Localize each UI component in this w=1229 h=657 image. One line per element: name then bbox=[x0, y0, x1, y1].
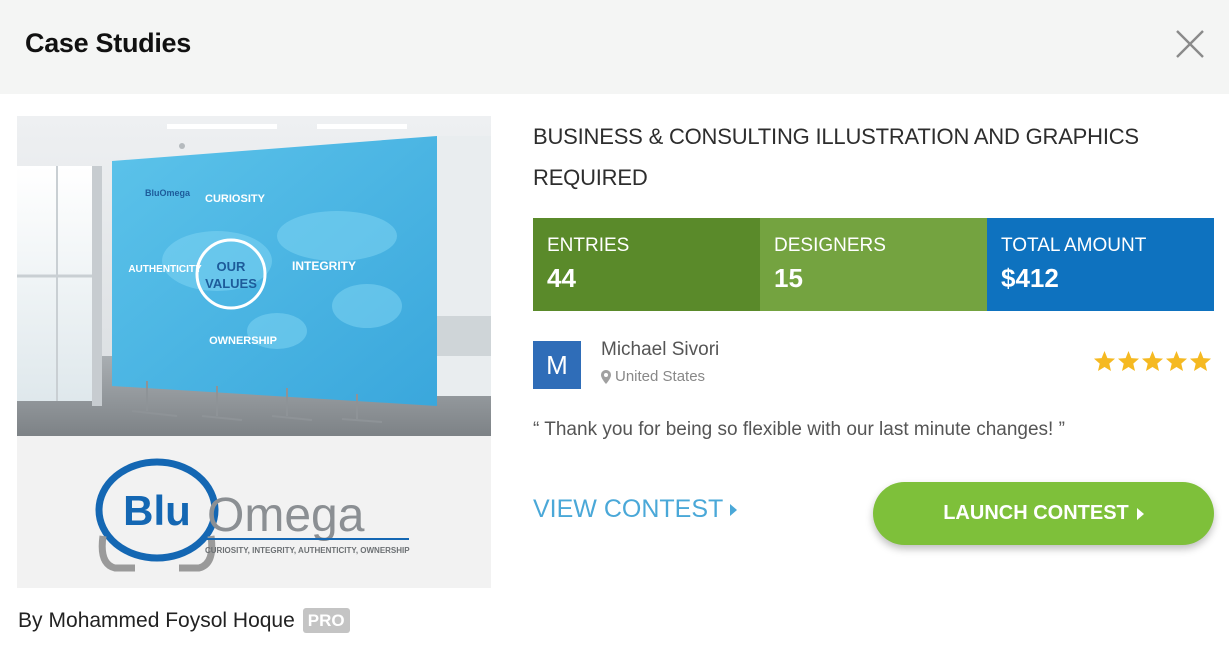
client-location-text: United States bbox=[615, 368, 706, 385]
project-title: Business & Consulting Illustration and G… bbox=[533, 124, 1139, 190]
caret-right-icon bbox=[1136, 507, 1144, 520]
stat-amount-value: $412 bbox=[1001, 263, 1059, 293]
logo-blu-text: Blu bbox=[123, 487, 191, 534]
modal-header: Case Studies bbox=[0, 0, 1229, 94]
client-name: Michael Sivori bbox=[601, 339, 720, 360]
view-contest-link[interactable]: VIEW CONTEST bbox=[533, 495, 738, 524]
view-contest-label: VIEW CONTEST bbox=[533, 495, 724, 523]
stat-entries-value: 44 bbox=[547, 263, 576, 293]
launch-contest-button[interactable]: LAUNCH CONTEST bbox=[873, 482, 1214, 545]
wall-text-integrity: INTEGRITY bbox=[292, 259, 356, 273]
launch-contest-label: LAUNCH CONTEST bbox=[943, 502, 1129, 524]
case-study-image[interactable]: OUR VALUES CURIOSITY AUTHENTICITY INTEGR… bbox=[17, 116, 491, 436]
wall-text-ownership: OWNERSHIP bbox=[209, 335, 277, 347]
testimonial-quote: “ Thank you for being so flexible with o… bbox=[533, 419, 1065, 440]
wall-text-brand: BluOmega bbox=[145, 188, 191, 198]
stat-designers-label: DESIGNERS bbox=[774, 235, 886, 256]
star-icon bbox=[1189, 350, 1212, 372]
star-icon bbox=[1093, 350, 1116, 372]
pro-badge: PRO bbox=[302, 608, 350, 633]
star-icon bbox=[1117, 350, 1140, 372]
client-location: United States bbox=[601, 368, 705, 385]
brand-logo-panel: Blu Omega CURIOSITY, INTEGRITY, AUTHENTI… bbox=[17, 436, 491, 588]
wall-text-our: OUR bbox=[217, 259, 247, 274]
map-pin-icon bbox=[601, 369, 611, 384]
close-icon[interactable] bbox=[1174, 28, 1206, 60]
stat-designers-value: 15 bbox=[774, 263, 803, 293]
modal-title: Case Studies bbox=[25, 28, 191, 58]
stat-entries-label: ENTRIES bbox=[547, 235, 630, 256]
client-avatar: M bbox=[533, 341, 581, 389]
logo-omega-text: Omega bbox=[207, 489, 365, 542]
stat-total-amount: TOTAL AMOUNT $412 bbox=[987, 218, 1214, 311]
star-icon bbox=[1141, 350, 1164, 372]
logo-tagline: CURIOSITY, INTEGRITY, AUTHENTICITY, OWNE… bbox=[205, 546, 410, 555]
designer-name[interactable]: Mohammed Foysol Hoque bbox=[49, 609, 295, 633]
designer-byline: By Mohammed Foysol Hoque PRO bbox=[18, 608, 350, 633]
bluomega-logo: Blu Omega CURIOSITY, INTEGRITY, AUTHENTI… bbox=[95, 458, 410, 572]
wall-text-values: VALUES bbox=[205, 276, 257, 291]
wall-text-curiosity: CURIOSITY bbox=[205, 193, 266, 205]
byline-prefix: By bbox=[18, 608, 43, 632]
stat-entries: ENTRIES 44 bbox=[533, 218, 760, 311]
contest-stats: ENTRIES 44 DESIGNERS 15 TOTAL AMOUNT $41… bbox=[533, 218, 1214, 311]
rating-stars bbox=[1093, 350, 1212, 372]
star-icon bbox=[1165, 350, 1188, 372]
stat-amount-label: TOTAL AMOUNT bbox=[1001, 235, 1147, 256]
caret-right-icon bbox=[730, 503, 738, 516]
stat-designers: DESIGNERS 15 bbox=[760, 218, 987, 311]
wall-text-authenticity: AUTHENTICITY bbox=[128, 264, 202, 275]
